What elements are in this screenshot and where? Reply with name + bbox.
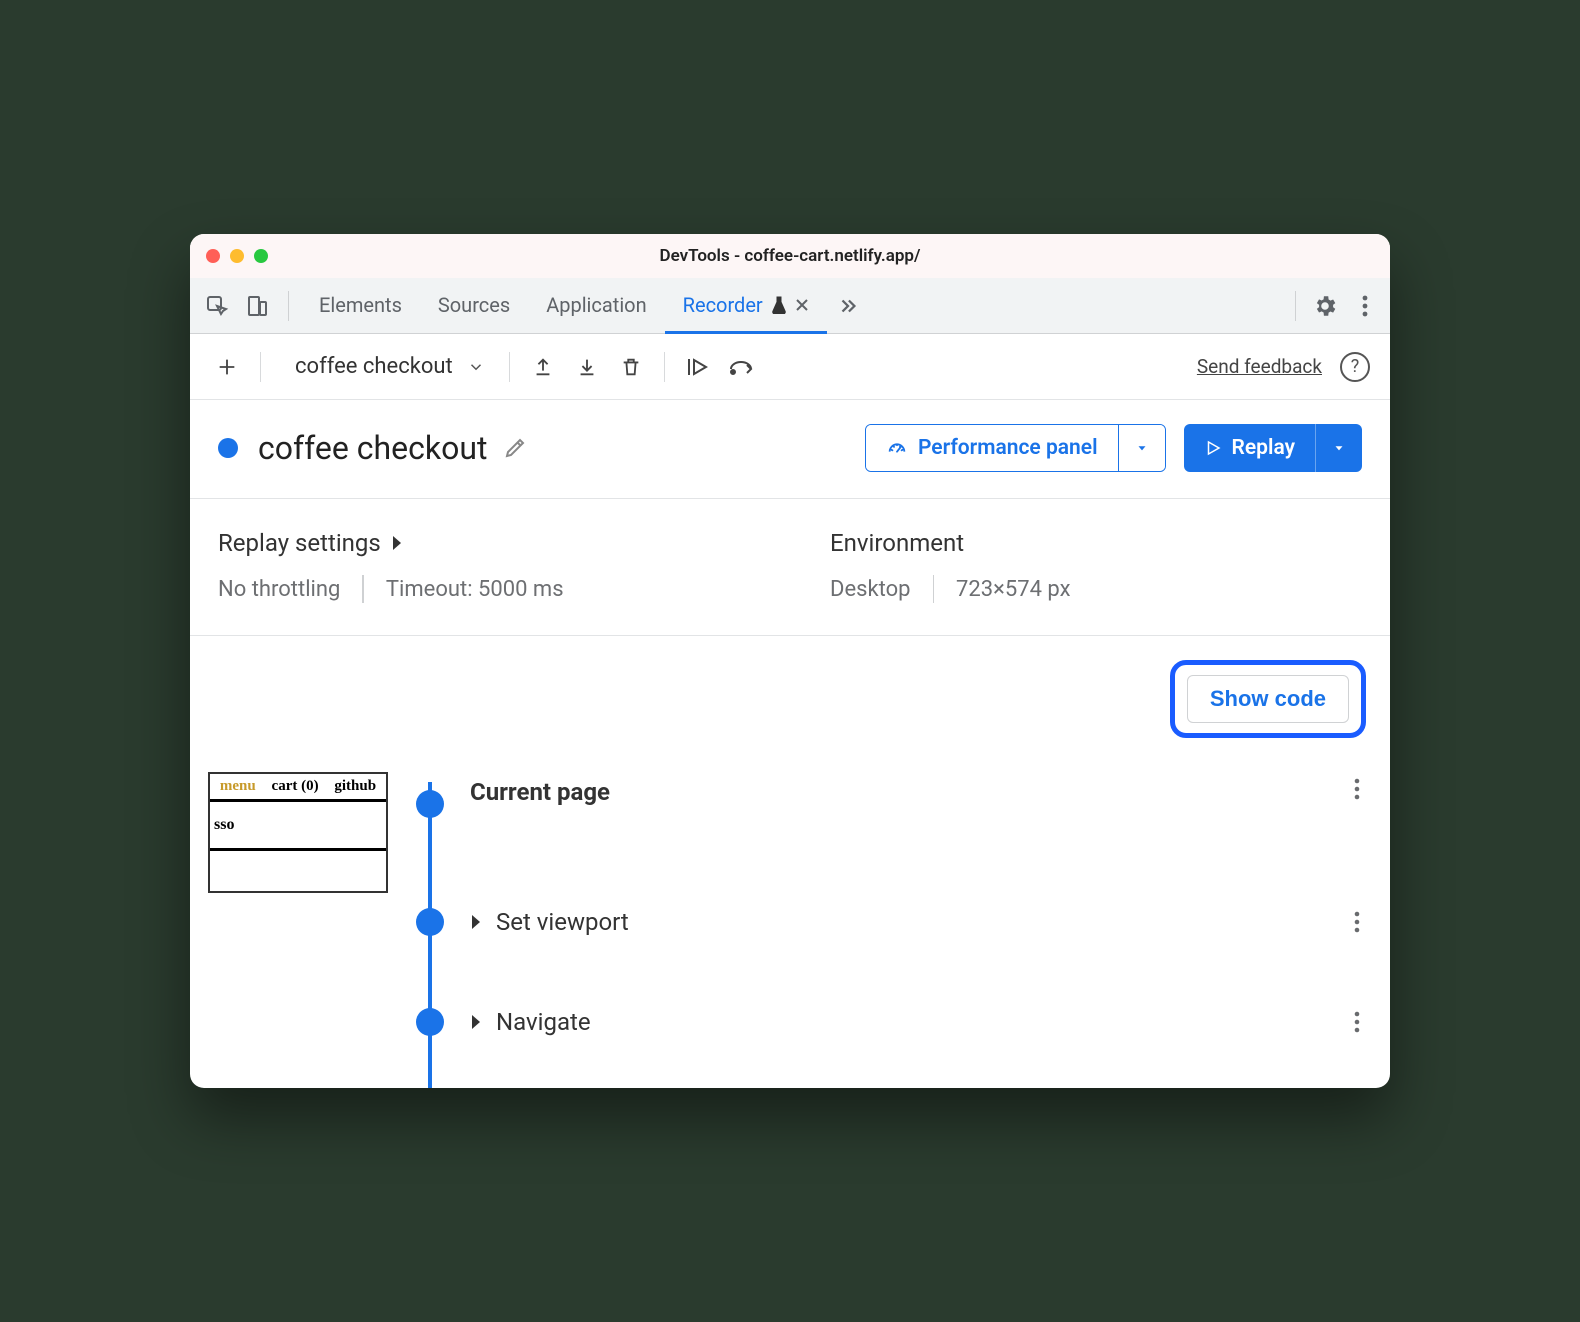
close-tab-icon[interactable] xyxy=(795,298,809,312)
tab-application[interactable]: Application xyxy=(528,278,664,334)
chevron-down-icon xyxy=(467,358,485,376)
replay-button[interactable]: Replay xyxy=(1184,424,1362,472)
devtools-tabbar: Elements Sources Application Recorder xyxy=(190,278,1390,334)
separator xyxy=(362,575,364,603)
help-icon[interactable]: ? xyxy=(1340,352,1370,382)
separator xyxy=(288,291,289,321)
play-icon xyxy=(1204,439,1222,457)
zoom-window-button[interactable] xyxy=(254,249,268,263)
inspect-element-icon[interactable] xyxy=(202,291,232,321)
edit-title-icon[interactable] xyxy=(503,436,527,460)
import-icon[interactable] xyxy=(570,350,604,384)
window-controls xyxy=(206,249,268,263)
settings-gear-icon[interactable] xyxy=(1308,289,1342,323)
button-label: Replay xyxy=(1232,436,1295,460)
separator xyxy=(509,352,510,382)
step-label: Current page xyxy=(470,778,610,806)
replay-settings-heading[interactable]: Replay settings xyxy=(218,529,750,557)
showcode-row: Show code xyxy=(190,636,1390,768)
close-window-button[interactable] xyxy=(206,249,220,263)
separator xyxy=(933,575,935,603)
heading-label: Environment xyxy=(830,529,964,557)
step-set-viewport[interactable]: Set viewport xyxy=(416,872,1366,972)
tabs: Elements Sources Application Recorder xyxy=(301,278,827,333)
device-value: Desktop xyxy=(830,577,911,602)
step-current-page[interactable]: Current page xyxy=(416,772,1366,872)
more-tabs-icon[interactable] xyxy=(827,295,869,317)
device-toggle-icon[interactable] xyxy=(242,291,272,321)
replay-caret[interactable] xyxy=(1316,424,1362,472)
show-code-button[interactable]: Show code xyxy=(1187,675,1349,723)
thumb-mid: sso xyxy=(210,802,386,848)
heading-label: Replay settings xyxy=(218,529,381,557)
step-dot xyxy=(416,908,444,936)
throttling-value: No throttling xyxy=(218,577,340,602)
thumb-menu: menu xyxy=(220,778,256,795)
continue-icon[interactable] xyxy=(681,350,715,384)
step-menu-icon[interactable] xyxy=(1354,1011,1366,1033)
window-title: DevTools - coffee-cart.netlify.app/ xyxy=(190,246,1390,266)
separator xyxy=(664,352,665,382)
showcode-highlight: Show code xyxy=(1170,660,1366,738)
step-navigate[interactable]: Navigate xyxy=(416,972,1366,1072)
recording-select[interactable]: coffee checkout xyxy=(287,350,493,383)
separator xyxy=(1295,291,1296,321)
export-icon[interactable] xyxy=(526,350,560,384)
recorder-toolbar: coffee checkout Send feedback ? xyxy=(190,334,1390,400)
caret-right-icon xyxy=(470,914,482,930)
step-dot xyxy=(416,1008,444,1036)
steps-area: menu cart (0) github sso Current page xyxy=(190,768,1390,1088)
tab-label: Elements xyxy=(319,293,402,317)
step-dot xyxy=(416,790,444,818)
step-label: Navigate xyxy=(496,1008,591,1036)
tab-sources[interactable]: Sources xyxy=(420,278,528,334)
recording-title: coffee checkout xyxy=(258,429,487,467)
tab-label: Recorder xyxy=(683,293,763,317)
performance-panel-main[interactable]: Performance panel xyxy=(866,425,1119,471)
viewport-value: 723×574 px xyxy=(956,577,1071,602)
tab-label: Application xyxy=(546,293,646,317)
settings-row: Replay settings No throttling Timeout: 5… xyxy=(190,499,1390,636)
performance-panel-button[interactable]: Performance panel xyxy=(865,424,1166,472)
step-label: Set viewport xyxy=(496,908,629,936)
send-feedback-link[interactable]: Send feedback xyxy=(1197,355,1322,378)
delete-icon[interactable] xyxy=(614,350,648,384)
caret-right-icon xyxy=(391,535,403,551)
gauge-icon xyxy=(886,437,908,459)
separator xyxy=(260,352,261,382)
replay-main[interactable]: Replay xyxy=(1184,424,1316,472)
caret-right-icon xyxy=(470,1014,482,1030)
flask-icon xyxy=(771,296,787,314)
recording-select-label: coffee checkout xyxy=(295,354,453,379)
step-menu-icon[interactable] xyxy=(1354,778,1366,800)
recording-header: coffee checkout Performance panel xyxy=(190,400,1390,499)
performance-panel-caret[interactable] xyxy=(1119,425,1165,471)
tab-elements[interactable]: Elements xyxy=(301,278,420,334)
page-thumbnail: menu cart (0) github sso xyxy=(208,772,388,893)
button-label: Performance panel xyxy=(918,436,1098,460)
new-recording-icon[interactable] xyxy=(210,350,244,384)
titlebar: DevTools - coffee-cart.netlify.app/ xyxy=(190,234,1390,278)
timeline: Current page Set viewport xyxy=(416,772,1366,1088)
tab-label: Sources xyxy=(438,293,510,317)
thumb-github: github xyxy=(334,778,376,795)
replay-settings: Replay settings No throttling Timeout: 5… xyxy=(218,529,750,603)
minimize-window-button[interactable] xyxy=(230,249,244,263)
timeout-value: Timeout: 5000 ms xyxy=(386,577,564,602)
thumb-cart: cart (0) xyxy=(272,778,319,795)
step-menu-icon[interactable] xyxy=(1354,911,1366,933)
recording-status-dot xyxy=(218,438,238,458)
step-icon[interactable] xyxy=(725,350,759,384)
environment: Environment Desktop 723×574 px xyxy=(750,529,1362,603)
tab-recorder[interactable]: Recorder xyxy=(665,278,827,334)
kebab-menu-icon[interactable] xyxy=(1348,289,1382,323)
devtools-window: DevTools - coffee-cart.netlify.app/ Elem… xyxy=(190,234,1390,1088)
